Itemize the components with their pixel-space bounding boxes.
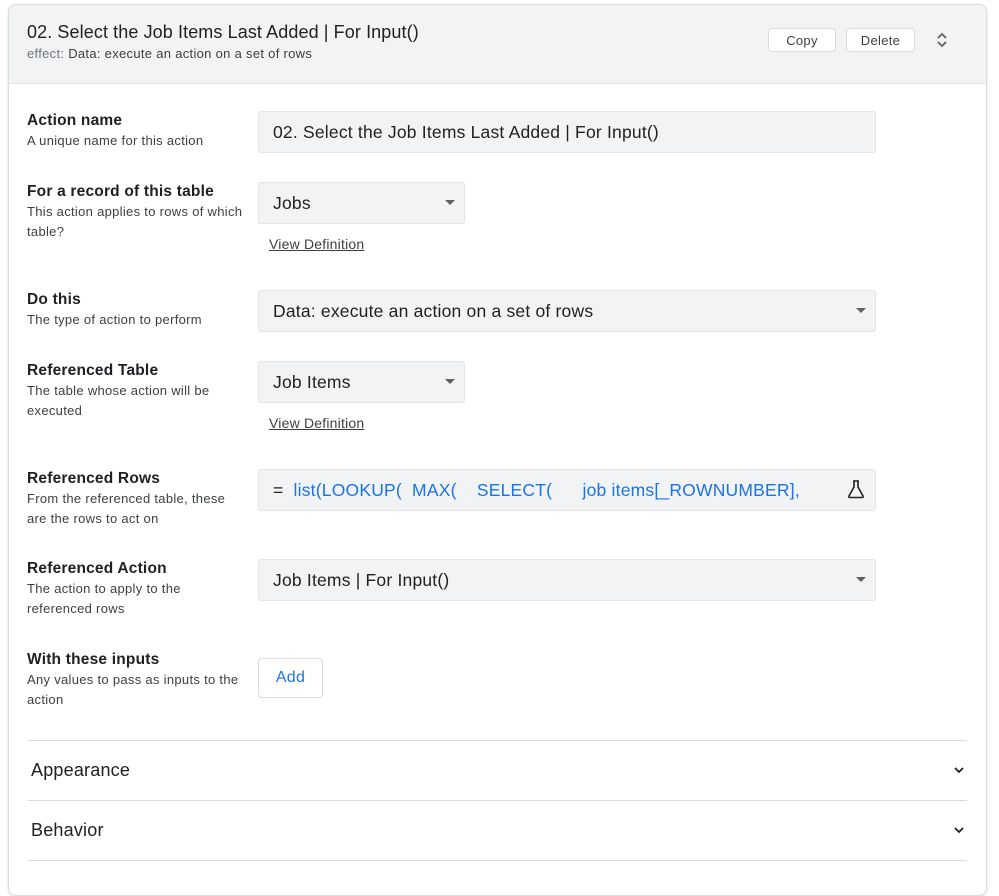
- section-appearance-title: Appearance: [31, 760, 131, 780]
- referenced-action-label: Referenced Action: [27, 560, 167, 577]
- section-divider: [27, 860, 967, 864]
- table-select-value: Jobs: [273, 192, 311, 213]
- flask-icon[interactable]: [847, 479, 865, 499]
- for-record-label-group: For a record of this table This action a…: [27, 183, 247, 241]
- referenced-action-value: Job Items | For Input(): [273, 569, 450, 590]
- unfold-icon[interactable]: [935, 32, 949, 48]
- section-behavior[interactable]: Behavior: [27, 800, 967, 860]
- action-name-label-group: Action name A unique name for this actio…: [27, 112, 247, 151]
- referenced-rows-description: From the referenced table, these are the…: [27, 491, 226, 526]
- expression-equals: =: [273, 479, 284, 500]
- dropdown-caret-icon: [445, 200, 455, 205]
- referenced-action-description: The action to apply to the referenced ro…: [27, 581, 181, 616]
- view-definition-link-referenced[interactable]: View Definition: [269, 415, 364, 431]
- expression-text: = list(LOOKUP( MAX( SELECT( job items[_R…: [273, 480, 818, 501]
- action-effect: effect: Data: execute an action on a set…: [27, 46, 312, 61]
- delete-button[interactable]: Delete: [846, 28, 915, 52]
- action-editor-panel: 02. Select the Job Items Last Added | Fo…: [8, 4, 987, 896]
- section-behavior-title: Behavior: [31, 820, 104, 840]
- with-inputs-label-group: With these inputs Any values to pass as …: [27, 651, 247, 709]
- effect-value: Data: execute an action on a set of rows: [68, 46, 313, 61]
- referenced-rows-expression-input[interactable]: = list(LOOKUP( MAX( SELECT( job items[_R…: [258, 469, 876, 511]
- dropdown-caret-icon: [856, 577, 866, 582]
- chevron-down-icon: [954, 827, 964, 834]
- referenced-table-select[interactable]: Job Items: [258, 361, 465, 403]
- action-type-select[interactable]: Data: execute an action on a set of rows: [258, 290, 876, 332]
- referenced-rows-label: Referenced Rows: [27, 470, 161, 487]
- action-type-value: Data: execute an action on a set of rows: [273, 300, 594, 321]
- for-record-description: This action applies to rows of which tab…: [27, 204, 243, 239]
- action-name-label: Action name: [27, 112, 123, 129]
- dropdown-caret-icon: [856, 308, 866, 313]
- action-header[interactable]: 02. Select the Job Items Last Added | Fo…: [9, 5, 986, 84]
- do-this-label: Do this: [27, 291, 81, 308]
- view-definition-link-table[interactable]: View Definition: [269, 236, 364, 252]
- with-inputs-description: Any values to pass as inputs to the acti…: [27, 672, 239, 707]
- do-this-label-group: Do this The type of action to perform: [27, 291, 247, 330]
- do-this-description: The type of action to perform: [27, 312, 202, 327]
- action-name-input[interactable]: 02. Select the Job Items Last Added | Fo…: [258, 111, 876, 153]
- referenced-rows-label-group: Referenced Rows From the referenced tabl…: [27, 470, 247, 528]
- effect-label: effect:: [27, 46, 65, 61]
- with-inputs-label: With these inputs: [27, 651, 160, 668]
- dropdown-caret-icon: [445, 379, 455, 384]
- section-appearance[interactable]: Appearance: [27, 740, 967, 800]
- referenced-table-description: The table whose action will be executed: [27, 383, 210, 418]
- table-select[interactable]: Jobs: [258, 182, 465, 224]
- referenced-action-label-group: Referenced Action The action to apply to…: [27, 560, 247, 618]
- for-record-label: For a record of this table: [27, 183, 214, 200]
- action-title: 02. Select the Job Items Last Added | Fo…: [27, 22, 419, 42]
- referenced-action-select[interactable]: Job Items | For Input(): [258, 559, 876, 601]
- expression-formula: list(LOOKUP( MAX( SELECT( job items[_ROW…: [293, 479, 800, 500]
- copy-button[interactable]: Copy: [768, 28, 836, 52]
- referenced-table-label-group: Referenced Table The table whose action …: [27, 362, 247, 420]
- action-name-description: A unique name for this action: [27, 133, 204, 148]
- referenced-table-value: Job Items: [273, 371, 351, 392]
- add-input-button[interactable]: Add: [258, 658, 323, 698]
- chevron-down-icon: [954, 767, 964, 774]
- referenced-table-label: Referenced Table: [27, 362, 159, 379]
